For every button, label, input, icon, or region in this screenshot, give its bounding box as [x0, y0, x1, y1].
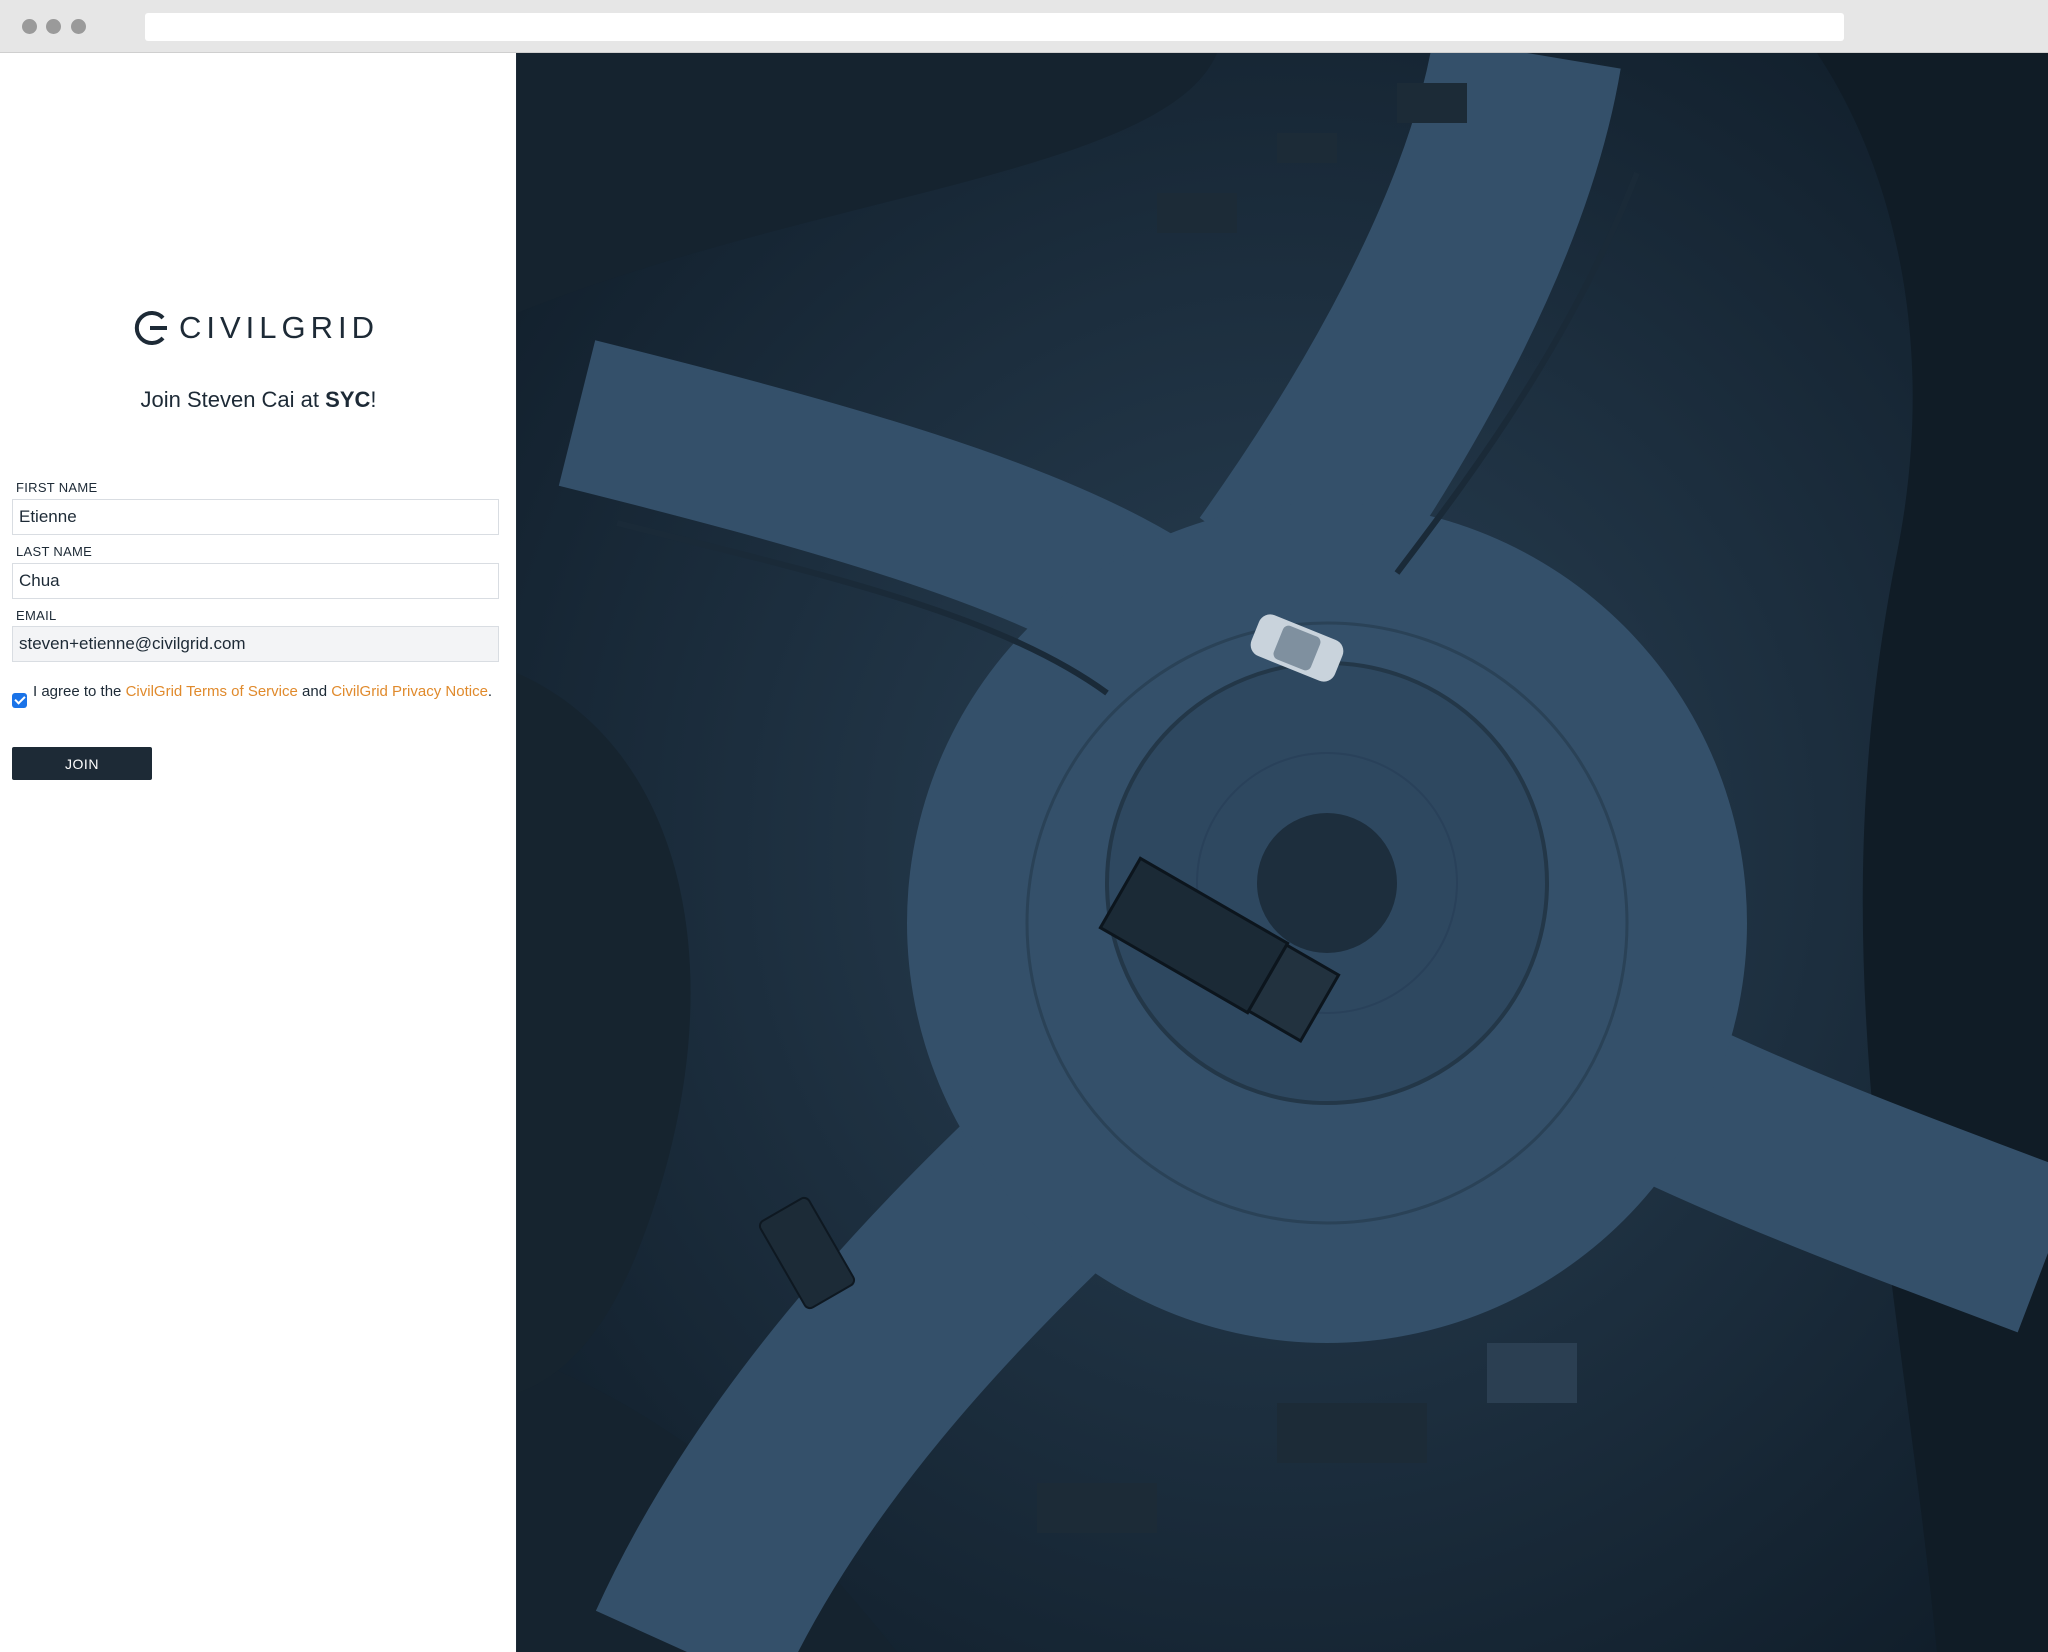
- page-title: Join Steven Cai at SYC!: [0, 387, 517, 413]
- civilgrid-logo-icon: [134, 311, 167, 345]
- last-name-input[interactable]: [12, 563, 499, 599]
- agree-text-1: I agree to the: [33, 683, 126, 700]
- email-input[interactable]: [12, 626, 499, 662]
- headline-suffix: !: [370, 387, 377, 412]
- brand-logo: CIVILGRID: [133, 308, 379, 348]
- window-minimize-dot[interactable]: [46, 19, 61, 34]
- signup-panel: CIVILGRID Join Steven Cai at SYC! FIRST …: [0, 53, 517, 1652]
- agree-text-3: .: [487, 683, 493, 700]
- headline-org: SYC: [325, 387, 371, 412]
- address-bar[interactable]: [145, 13, 1844, 41]
- background-photo: [517, 53, 2048, 1652]
- brand-name: CIVILGRID: [179, 310, 380, 345]
- window-maximize-dot[interactable]: [71, 19, 86, 34]
- last-name-label: LAST NAME: [16, 544, 93, 559]
- page: CIVILGRID Join Steven Cai at SYC! FIRST …: [0, 53, 2048, 1652]
- agree-text-2: and: [297, 683, 332, 700]
- agree-text: I agree to the CivilGrid Terms of Servic…: [33, 679, 493, 704]
- first-name-label: FIRST NAME: [16, 480, 98, 495]
- email-label: EMAIL: [16, 608, 57, 623]
- join-button[interactable]: JOIN: [12, 747, 152, 780]
- window-close-dot[interactable]: [22, 19, 37, 34]
- terms-of-service-link[interactable]: CivilGrid Terms of Service: [126, 683, 298, 700]
- first-name-input[interactable]: [12, 499, 499, 535]
- privacy-notice-link[interactable]: CivilGrid Privacy Notice: [331, 683, 488, 700]
- aerial-roundabout-photo-icon: [517, 53, 2048, 1652]
- agree-checkbox[interactable]: [12, 693, 27, 708]
- browser-chrome: [0, 0, 2048, 53]
- headline-prefix: Join Steven Cai at: [140, 387, 326, 412]
